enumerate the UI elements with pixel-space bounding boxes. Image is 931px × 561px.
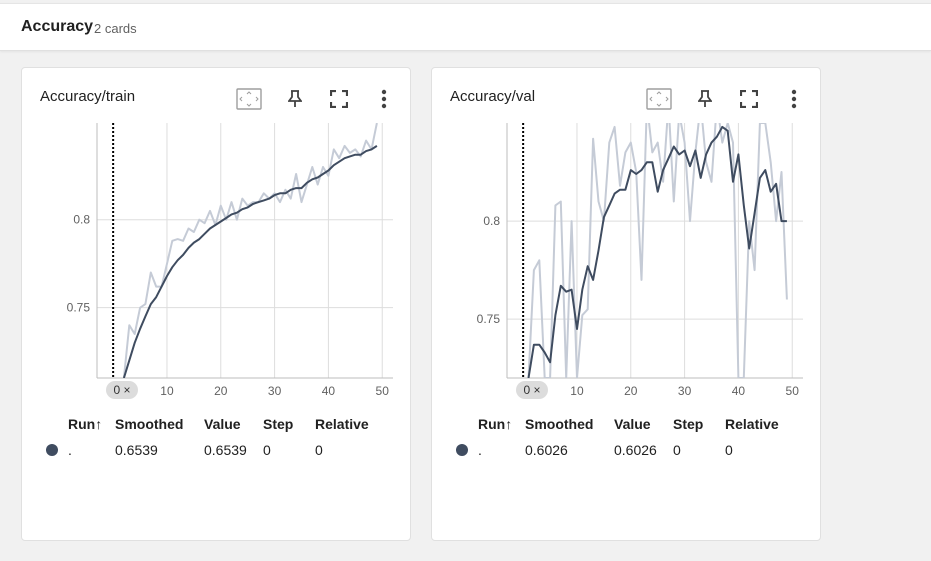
row-value: 0.6539 bbox=[204, 442, 247, 458]
step-selector-badge[interactable]: 0 × bbox=[106, 381, 138, 399]
y-tick-label: 0.8 bbox=[483, 214, 500, 228]
scalar-card-accuracy-val: Accuracy/val 10 20 30 40 50 0.8 0.75 0 × Run↑ … bbox=[431, 67, 821, 541]
column-header-relative[interactable]: Relative bbox=[315, 416, 369, 432]
column-header-value[interactable]: Value bbox=[204, 416, 241, 432]
x-tick-label: 50 bbox=[376, 384, 390, 398]
row-run: . bbox=[478, 442, 482, 458]
row-step: 0 bbox=[673, 442, 681, 458]
column-header-run[interactable]: Run↑ bbox=[68, 416, 102, 432]
column-header-smoothed[interactable]: Smoothed bbox=[525, 416, 593, 432]
column-header-value[interactable]: Value bbox=[614, 416, 651, 432]
run-color-dot[interactable] bbox=[46, 444, 58, 456]
y-tick-label: 0.75 bbox=[67, 301, 91, 315]
group-title: Accuracy bbox=[21, 18, 94, 35]
x-tick-label: 40 bbox=[322, 384, 336, 398]
x-tick-label: 50 bbox=[786, 384, 800, 398]
line-chart[interactable]: 10 20 30 40 50 0.8 0.75 bbox=[432, 68, 822, 408]
sort-arrow-icon: ↑ bbox=[95, 416, 103, 432]
group-header: Accuracy 2 cards bbox=[0, 3, 931, 51]
row-step: 0 bbox=[263, 442, 271, 458]
row-smoothed: 0.6026 bbox=[525, 442, 568, 458]
column-header-relative[interactable]: Relative bbox=[725, 416, 779, 432]
row-value: 0.6026 bbox=[614, 442, 657, 458]
column-header-smoothed[interactable]: Smoothed bbox=[115, 416, 183, 432]
row-run: . bbox=[68, 442, 72, 458]
line-chart[interactable]: 10 20 30 40 50 0.8 0.75 bbox=[22, 68, 412, 408]
row-relative: 0 bbox=[315, 442, 323, 458]
group-card-count: 2 cards bbox=[94, 21, 137, 36]
step-selector-badge[interactable]: 0 × bbox=[516, 381, 548, 399]
column-header-step[interactable]: Step bbox=[263, 416, 293, 432]
x-tick-label: 20 bbox=[624, 384, 638, 398]
sort-arrow-icon: ↑ bbox=[505, 416, 513, 432]
y-tick-label: 0.8 bbox=[73, 213, 90, 227]
x-tick-label: 40 bbox=[732, 384, 746, 398]
x-tick-label: 20 bbox=[214, 384, 228, 398]
x-tick-label: 10 bbox=[160, 384, 174, 398]
row-relative: 0 bbox=[725, 442, 733, 458]
series-smoothed-line bbox=[122, 145, 378, 378]
x-tick-label: 30 bbox=[268, 384, 282, 398]
y-tick-label: 0.75 bbox=[477, 312, 501, 326]
x-tick-label: 30 bbox=[678, 384, 692, 398]
run-color-dot[interactable] bbox=[456, 444, 468, 456]
scalar-card-accuracy-train: Accuracy/train 10 20 30 40 50 0.8 0.75 0 × Run… bbox=[21, 67, 411, 541]
x-tick-label: 10 bbox=[570, 384, 584, 398]
column-header-run[interactable]: Run↑ bbox=[478, 416, 512, 432]
row-smoothed: 0.6539 bbox=[115, 442, 158, 458]
column-header-step[interactable]: Step bbox=[673, 416, 703, 432]
